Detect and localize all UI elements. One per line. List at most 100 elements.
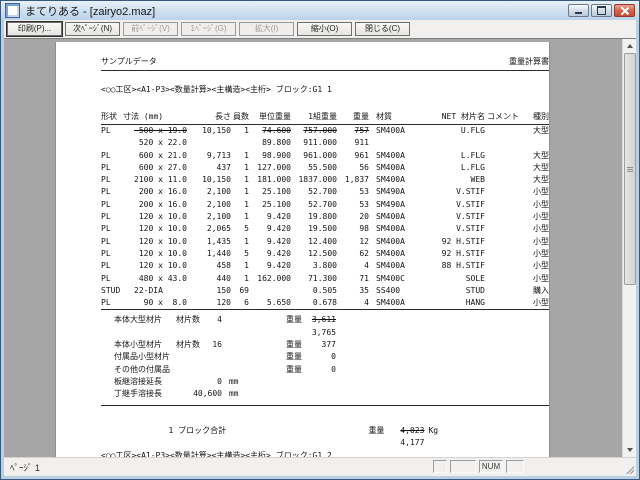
page-indicator: ﾍﾟｰｼﾞ 1 bbox=[10, 463, 41, 473]
cell-mat bbox=[369, 137, 423, 149]
block-header: <○○工区><A1-P3><数量計算><主構造><主桁> ブロック:G1 1 bbox=[101, 85, 332, 94]
scroll-up-button[interactable] bbox=[623, 39, 636, 53]
cell-comment bbox=[485, 186, 519, 198]
cell-len bbox=[187, 137, 231, 149]
cell-unit: 9.420 bbox=[266, 224, 291, 234]
print-button[interactable]: 印刷(P)... bbox=[7, 22, 62, 36]
cell-len: 1,435 bbox=[206, 236, 231, 246]
cell-set: 911.000 bbox=[303, 138, 337, 148]
cell-type: 小型 bbox=[533, 199, 549, 209]
cell-comment bbox=[485, 285, 519, 297]
cell-type: 小型 bbox=[533, 298, 549, 308]
cell-mat: SS400 bbox=[376, 285, 401, 295]
cell-size: 200 x 16.0 bbox=[134, 199, 187, 209]
scroll-down-button[interactable] bbox=[623, 443, 636, 457]
table-row: PL 600 x 27.0 437 1 127.000 55.500 56 SM400A L.… bbox=[101, 162, 549, 174]
cell-size: 500 x 19.0 bbox=[134, 126, 187, 135]
cell-comment bbox=[485, 162, 519, 174]
window-title: まてりある - [zairyo2.maz] bbox=[25, 5, 156, 18]
one-page-button[interactable]: 1ﾍﾟｰｼﾞ(G) bbox=[181, 22, 236, 36]
cell-len: 120 bbox=[216, 298, 231, 308]
minimize-button[interactable] bbox=[568, 4, 589, 17]
summary-field: 377 bbox=[321, 340, 336, 350]
cell-size: 120 x 10.0 bbox=[134, 236, 187, 246]
summary-field: 3,765 bbox=[311, 327, 336, 337]
close-document-button[interactable]: 閉じる(C) bbox=[355, 22, 410, 36]
cell-mat: SM400A bbox=[376, 224, 405, 234]
summary-line: 本体小型材片 材片数 16 重量 377 bbox=[101, 339, 549, 351]
cell-type: 小型 bbox=[533, 248, 549, 258]
preview-area: サンプルデータ 重量計算書 <○○工区><A1-P3><数量計算><主構造><主… bbox=[4, 38, 636, 457]
cell-size: 600 x 21.0 bbox=[134, 150, 187, 160]
col-quantity: 員数 bbox=[233, 112, 249, 121]
summary-field: 16 bbox=[212, 340, 222, 350]
maximize-button[interactable] bbox=[591, 4, 612, 17]
cell-set: 1837.000 bbox=[298, 175, 337, 185]
cell-name: V.STIF bbox=[456, 212, 485, 222]
cell-shape: PL bbox=[101, 298, 111, 308]
minimize-icon bbox=[575, 12, 582, 14]
statusbar: ﾍﾟｰｼﾞ 1 NUM bbox=[4, 457, 636, 476]
summary-field: 40,600 bbox=[193, 389, 222, 399]
cell-size: 480 x 43.0 bbox=[134, 273, 187, 283]
summary-field: mm bbox=[224, 389, 239, 399]
cell-qty: 69 bbox=[239, 285, 249, 295]
zoom-out-button[interactable]: 縮小(O) bbox=[297, 22, 352, 36]
cell-mat: SM490A bbox=[376, 199, 405, 209]
cell-wt: 911 bbox=[354, 138, 369, 148]
zoom-in-button[interactable]: 拡大(I) bbox=[239, 22, 294, 36]
cell-set: 52.700 bbox=[308, 199, 337, 209]
summary-field: 重量 bbox=[286, 364, 302, 374]
vertical-scrollbar[interactable] bbox=[622, 39, 636, 457]
statusbar-panes: NUM bbox=[433, 460, 524, 473]
close-button[interactable] bbox=[614, 4, 635, 17]
cell-qty: 1 bbox=[244, 126, 249, 135]
prev-page-button[interactable]: 前ﾍﾟｰｼﾞ(V) bbox=[123, 22, 178, 36]
cell-mat: SM400A bbox=[376, 236, 405, 246]
cell-set: 19.500 bbox=[308, 224, 337, 234]
scroll-down-icon bbox=[626, 448, 633, 452]
cell-comment bbox=[485, 125, 519, 137]
cell-unit: 9.420 bbox=[266, 212, 291, 222]
summary-line: 3,765 bbox=[101, 327, 549, 339]
cell-mat: SM400A bbox=[376, 298, 405, 308]
cell-comment bbox=[485, 223, 519, 235]
cell-set: 0.678 bbox=[312, 298, 337, 308]
cell-wt: 757 bbox=[354, 126, 369, 135]
maximize-icon bbox=[597, 6, 606, 15]
cell-mat: SM400A bbox=[376, 261, 405, 271]
scroll-thumb[interactable] bbox=[624, 53, 636, 285]
block-total-unit: Kg bbox=[428, 425, 439, 435]
cell-mat: SM400A bbox=[376, 212, 405, 222]
cell-unit bbox=[249, 285, 291, 297]
cell-wt: 4 bbox=[364, 298, 369, 308]
cell-size: 520 x 22.0 bbox=[134, 138, 187, 148]
summary-field: mm bbox=[224, 376, 239, 386]
cell-mat: SM400C bbox=[376, 273, 405, 283]
col-comment: コメント bbox=[487, 112, 519, 121]
table-row: PL 200 x 16.0 2,100 1 25.100 52.700 53 SM490A V… bbox=[101, 199, 549, 211]
cell-set: 71.300 bbox=[308, 273, 337, 283]
next-page-button[interactable]: 次ﾍﾟｰｼﾞ(N) bbox=[65, 22, 120, 36]
block-total-line: 1 ブロック合計 重量 4,023 Kg bbox=[101, 413, 549, 435]
cell-size: 120 x 10.0 bbox=[134, 212, 187, 222]
summary-field: 付属品小型材片 bbox=[114, 352, 170, 362]
summary-field: 3,611 bbox=[311, 315, 336, 325]
table-row: PL 120 x 10.0 2,100 1 9.420 19.800 20 SM400A V.… bbox=[101, 211, 549, 223]
col-size: 寸法 (mm) bbox=[123, 112, 164, 121]
cell-name: 92 H.STIF bbox=[441, 248, 485, 258]
cell-comment bbox=[485, 297, 519, 309]
cell-shape: PL bbox=[101, 162, 111, 172]
col-material: 材質 bbox=[376, 112, 392, 121]
table-row: PL 480 x 43.0 440 1 162.000 71.300 71 SM400C SO… bbox=[101, 273, 549, 285]
cell-qty: 1 bbox=[244, 187, 249, 197]
summary-field: 4 bbox=[217, 315, 222, 325]
cell-comment bbox=[485, 150, 519, 162]
cell-len: 10,150 bbox=[202, 175, 231, 185]
cell-size: 2100 x 11.0 bbox=[134, 175, 187, 185]
cell-size: 22-DIA bbox=[134, 285, 187, 295]
col-type: 種別 bbox=[533, 112, 549, 121]
cell-shape: PL bbox=[101, 236, 111, 246]
cell-name: 92 H.STIF bbox=[441, 236, 485, 246]
cell-len: 1,440 bbox=[206, 248, 231, 258]
